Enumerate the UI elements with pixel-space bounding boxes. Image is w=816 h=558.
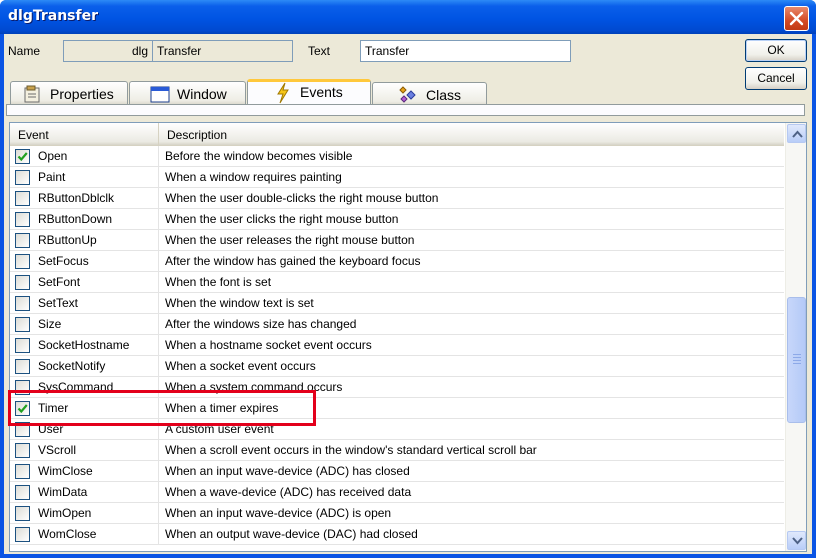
window-icon	[150, 86, 170, 103]
tab-events[interactable]: Events	[247, 79, 371, 105]
window-title: dlgTransfer	[8, 8, 98, 24]
event-description: When an input wave-device (ADC) has clos…	[165, 464, 410, 478]
close-button[interactable]	[784, 6, 809, 31]
name-field[interactable]: Transfer	[152, 40, 293, 62]
event-checkbox[interactable]	[15, 443, 30, 458]
event-name: SocketNotify	[38, 359, 106, 373]
checkmark-icon	[17, 152, 28, 162]
event-description: When the user clicks the right mouse but…	[165, 212, 399, 226]
event-description: When a window requires painting	[165, 170, 342, 184]
list-item[interactable]: WomClose When an output wave-device (DAC)…	[10, 524, 784, 545]
event-name: Open	[38, 149, 68, 163]
event-description: When the user double-clicks the right mo…	[165, 191, 439, 205]
column-header-event[interactable]: Event	[10, 123, 159, 146]
event-checkbox[interactable]	[15, 506, 30, 521]
event-name: WimData	[38, 485, 88, 499]
highlight-box	[8, 390, 316, 426]
tab-class[interactable]: Class	[372, 82, 487, 106]
list-item[interactable]: WimData When a wave-device (ADC) has rece…	[10, 482, 784, 503]
list-item[interactable]: Size After the windows size has changed	[10, 314, 784, 335]
event-checkbox[interactable]	[15, 149, 30, 164]
list-item[interactable]: RButtonUp When the user releases the righ…	[10, 230, 784, 251]
list-item[interactable]: SetText When the window text is set	[10, 293, 784, 314]
vertical-scrollbar[interactable]	[785, 123, 806, 551]
event-checkbox[interactable]	[15, 233, 30, 248]
event-name: SocketHostname	[38, 338, 130, 352]
text-label: Text	[308, 44, 331, 58]
event-name: WimOpen	[38, 506, 92, 520]
event-checkbox[interactable]	[15, 338, 30, 353]
chevron-up-icon	[792, 130, 803, 138]
name-prefix-field: dlg	[63, 40, 152, 62]
event-checkbox[interactable]	[15, 527, 30, 542]
text-field[interactable]: Transfer	[360, 40, 571, 62]
list-item[interactable]: SetFocus After the window has gained the …	[10, 251, 784, 272]
tab-panel	[6, 104, 805, 116]
list-item[interactable]: VScroll When a scroll event occurs in the…	[10, 440, 784, 461]
event-checkbox[interactable]	[15, 191, 30, 206]
event-description: When a scroll event occurs in the window…	[165, 443, 537, 457]
tab-properties[interactable]: Properties	[10, 81, 128, 105]
event-checkbox[interactable]	[15, 359, 30, 374]
event-name: VScroll	[38, 443, 77, 457]
list-item[interactable]: SetFont When the font is set	[10, 272, 784, 293]
event-description: When a socket event occurs	[165, 359, 316, 373]
column-header-description[interactable]: Description	[159, 123, 784, 146]
event-description: When an output wave-device (DAC) had clo…	[165, 527, 418, 541]
event-description: When a wave-device (ADC) has received da…	[165, 485, 412, 499]
event-name: Size	[38, 317, 62, 331]
event-name: RButtonDblclk	[38, 191, 115, 205]
cancel-button[interactable]: Cancel	[745, 67, 807, 90]
scroll-up-button[interactable]	[787, 124, 806, 143]
scroll-thumb[interactable]	[787, 297, 806, 423]
properties-icon	[24, 85, 40, 103]
event-description: When the window text is set	[165, 296, 314, 310]
event-name: Paint	[38, 170, 66, 184]
event-name: SetFont	[38, 275, 81, 289]
lightning-icon	[277, 82, 289, 104]
event-checkbox[interactable]	[15, 170, 30, 185]
event-checkbox[interactable]	[15, 485, 30, 500]
event-description: Before the window becomes visible	[165, 149, 353, 163]
event-name: SetFocus	[38, 254, 89, 268]
list-item[interactable]: WimOpen When an input wave-device (ADC) i…	[10, 503, 784, 524]
event-checkbox[interactable]	[15, 275, 30, 290]
list-rows: Open Before the window becomes visible Pai…	[10, 146, 784, 545]
event-checkbox[interactable]	[15, 317, 30, 332]
event-description: After the windows size has changed	[165, 317, 357, 331]
list-item[interactable]: SocketHostname When a hostname socket eve…	[10, 335, 784, 356]
scroll-down-button[interactable]	[787, 531, 806, 550]
name-label: Name	[8, 44, 41, 58]
event-checkbox[interactable]	[15, 296, 30, 311]
event-description: When the user releases the right mouse b…	[165, 233, 415, 247]
list-item[interactable]: SocketNotify When a socket event occurs	[10, 356, 784, 377]
event-name: SetText	[38, 296, 79, 310]
event-checkbox[interactable]	[15, 212, 30, 227]
tab-window[interactable]: Window	[129, 81, 246, 105]
event-name: RButtonUp	[38, 233, 97, 247]
chevron-down-icon	[792, 537, 803, 545]
list-item[interactable]: RButtonDown When the user clicks the righ…	[10, 209, 784, 230]
event-description: When a hostname socket event occurs	[165, 338, 372, 352]
list-item[interactable]: Open Before the window becomes visible	[10, 146, 784, 167]
event-name: WomClose	[38, 527, 97, 541]
class-icon	[399, 86, 416, 103]
events-list[interactable]: Event Description Open Before the window …	[9, 122, 807, 552]
list-header: Event Description	[10, 123, 784, 146]
event-description: After the window has gained the keyboard…	[165, 254, 421, 268]
event-description: When an input wave-device (ADC) is open	[165, 506, 392, 520]
event-checkbox[interactable]	[15, 464, 30, 479]
event-checkbox[interactable]	[15, 254, 30, 269]
event-name: WimClose	[38, 464, 93, 478]
list-item[interactable]: Paint When a window requires painting	[10, 167, 784, 188]
event-description: When the font is set	[165, 275, 272, 289]
title-bar[interactable]: dlgTransfer	[0, 0, 816, 34]
event-name: RButtonDown	[38, 212, 113, 226]
close-icon	[789, 11, 804, 26]
list-item[interactable]: WimClose When an input wave-device (ADC) …	[10, 461, 784, 482]
list-item[interactable]: RButtonDblclk When the user double-clicks…	[10, 188, 784, 209]
ok-button[interactable]: OK	[745, 39, 807, 62]
